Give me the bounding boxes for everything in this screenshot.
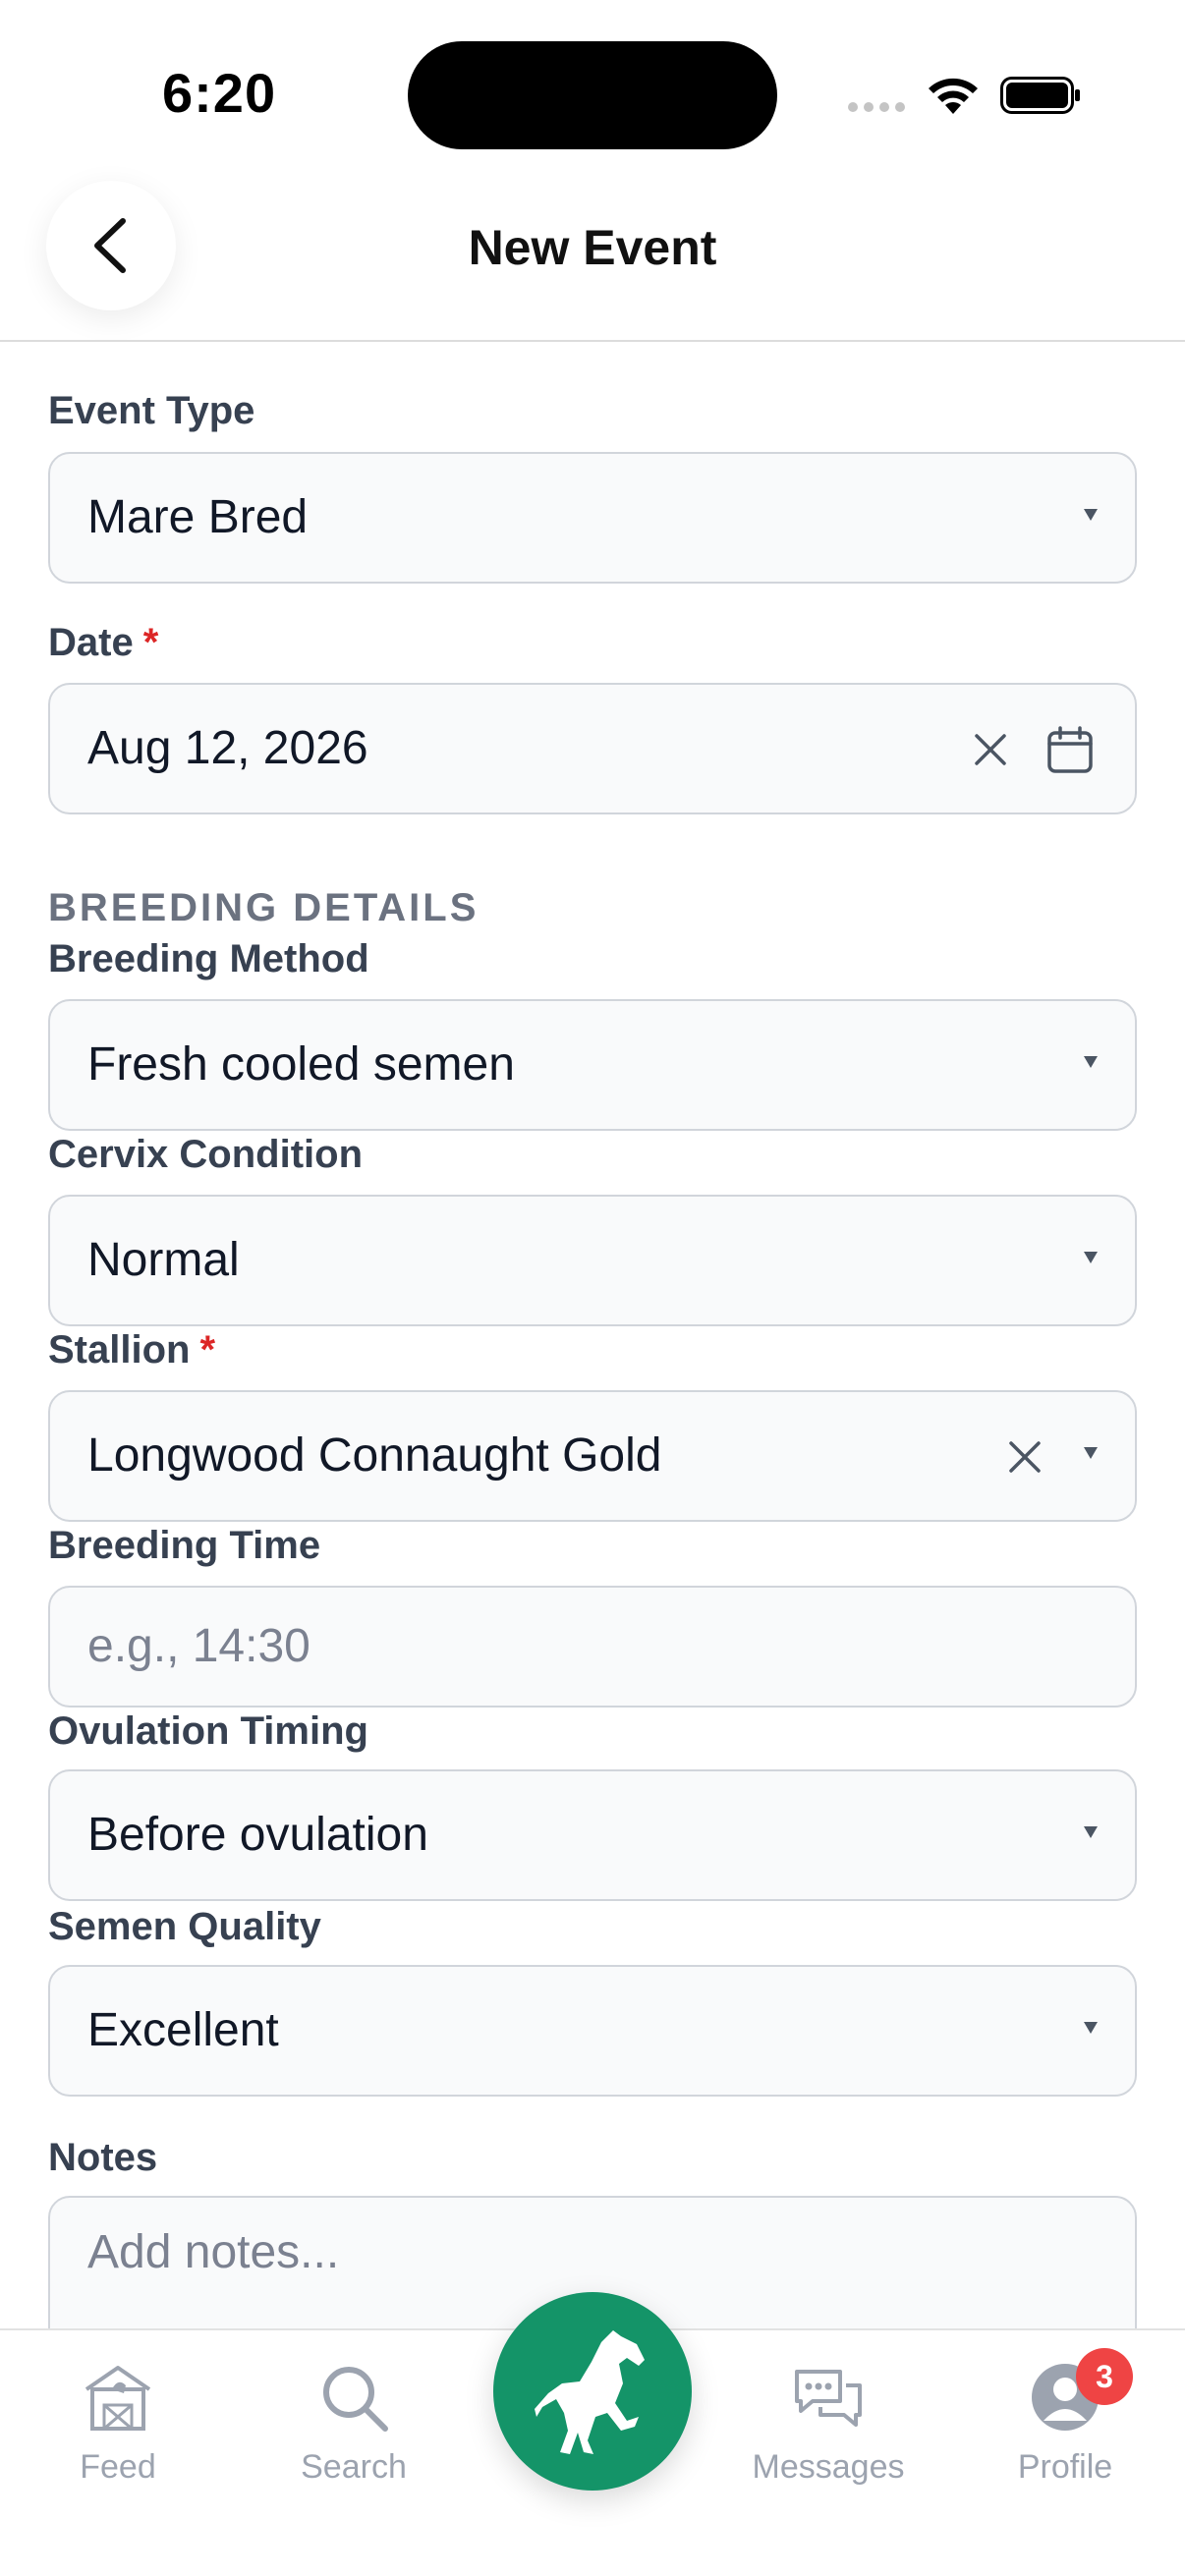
clear-icon[interactable] [1001, 1433, 1048, 1481]
clear-icon[interactable] [967, 726, 1014, 773]
calendar-icon[interactable] [1044, 724, 1096, 775]
nav-item-search[interactable]: Search [255, 2360, 452, 2507]
event-type-value: Mare Bred [87, 491, 309, 543]
section-title: BREEDING DETAILS [48, 886, 480, 929]
caret-down-icon [1084, 509, 1098, 521]
caret-down-icon [1084, 1826, 1098, 1838]
nav-label-search: Search [301, 2448, 407, 2486]
caret-down-icon [1084, 1447, 1098, 1459]
caret-down-icon [1084, 2022, 1098, 2034]
stallion-label: Stallion * [48, 1328, 216, 1372]
dynamic-island [408, 41, 777, 149]
event-type-label: Event Type [48, 389, 255, 432]
ovulation-timing-label: Ovulation Timing [48, 1709, 368, 1753]
chat-bubbles-icon [795, 2370, 862, 2427]
caret-down-icon [1084, 1056, 1098, 1068]
semen-quality-label: Semen Quality [48, 1905, 321, 1948]
ovulation-timing-select[interactable]: Before ovulation [48, 1769, 1137, 1901]
required-mark: * [199, 1328, 216, 1372]
home-horse-button[interactable] [493, 2292, 692, 2491]
semen-quality-select[interactable]: Excellent [48, 1965, 1137, 2097]
breeding-time-input[interactable]: e.g., 14:30 [48, 1586, 1137, 1708]
cervix-condition-select[interactable]: Normal [48, 1195, 1137, 1326]
breeding-time-label: Breeding Time [48, 1524, 321, 1567]
breeding-time-placeholder: e.g., 14:30 [87, 1620, 310, 1672]
page-title: New Event [468, 220, 717, 275]
caret-down-icon [1084, 1252, 1098, 1263]
battery-icon [1000, 77, 1080, 114]
cervix-condition-label: Cervix Condition [48, 1133, 364, 1176]
stallion-value: Longwood Connaught Gold [87, 1429, 662, 1482]
cellular-signal-icon [848, 102, 905, 112]
status-bar: 6:20 [0, 0, 1185, 177]
date-field[interactable]: Aug 12, 2026 [48, 683, 1137, 814]
nav-item-feed[interactable]: Feed [20, 2360, 216, 2507]
required-mark: * [142, 621, 159, 664]
nav-item-messages[interactable]: Messages [730, 2360, 927, 2507]
nav-label-feed: Feed [80, 2448, 156, 2486]
nav-item-profile[interactable]: Profile [967, 2360, 1163, 2507]
header-bar: New Event [0, 177, 1185, 342]
semen-quality-value: Excellent [87, 2004, 279, 2056]
nav-label-profile: Profile [1017, 2448, 1113, 2486]
date-label: Date * [48, 621, 159, 664]
event-type-select[interactable]: Mare Bred [48, 452, 1137, 584]
barn-icon [85, 2366, 151, 2431]
breeding-method-value: Fresh cooled semen [87, 1038, 515, 1091]
breeding-method-select[interactable]: Fresh cooled semen [48, 999, 1137, 1131]
wifi-icon [929, 78, 978, 114]
notification-badge: 3 [1076, 2348, 1133, 2405]
ovulation-timing-value: Before ovulation [87, 1809, 428, 1861]
notes-placeholder: Add notes... [87, 2226, 340, 2278]
cervix-condition-value: Normal [87, 1234, 240, 1286]
search-icon [323, 2367, 388, 2432]
notes-label: Notes [48, 2136, 158, 2179]
date-value: Aug 12, 2026 [87, 722, 368, 774]
stallion-select[interactable]: Longwood Connaught Gold [48, 1390, 1137, 1522]
nav-label-messages: Messages [752, 2448, 905, 2486]
status-time: 6:20 [162, 62, 277, 124]
breeding-method-label: Breeding Method [48, 937, 369, 980]
horse-icon [535, 2330, 645, 2454]
